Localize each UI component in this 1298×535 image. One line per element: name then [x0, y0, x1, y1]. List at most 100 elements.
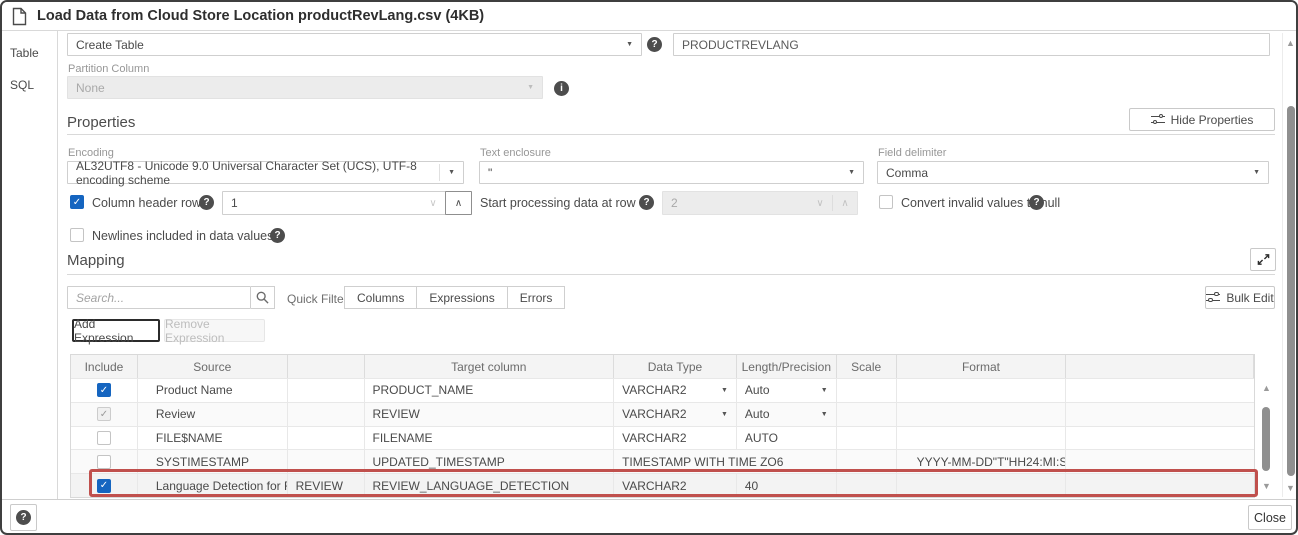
header-target-column: Target column — [365, 355, 615, 378]
newlines-checkbox[interactable] — [70, 228, 84, 242]
target-column-cell: REVIEW — [365, 403, 615, 426]
include-checkbox: ✓ — [97, 407, 111, 421]
load-data-dialog: Load Data from Cloud Store Location prod… — [0, 0, 1298, 535]
target-column-cell: REVIEW_LANGUAGE_DETECTION — [365, 474, 615, 497]
load-option-select[interactable]: Create Table ▼ — [67, 33, 642, 56]
table-row[interactable]: ✓ Review REVIEW VARCHAR2▼ Auto▼ — [71, 402, 1254, 426]
filter-columns-button[interactable]: Columns — [344, 286, 417, 309]
dialog-scrollbar[interactable]: ▲ ▼ — [1282, 33, 1298, 497]
start-row-value: 2 — [663, 196, 808, 210]
scale-cell — [837, 450, 897, 473]
properties-heading: Properties — [67, 114, 135, 131]
filler-cell — [1066, 450, 1254, 473]
chevron-up-icon[interactable]: ∧ — [445, 191, 472, 215]
add-expression-button[interactable]: Add Expression — [72, 319, 160, 342]
chevron-down-icon: ∨ — [421, 198, 445, 209]
search-input[interactable]: Search... — [67, 286, 251, 309]
expression-source-cell — [288, 450, 365, 473]
chevron-down-icon: ∨ — [808, 198, 832, 209]
filler-cell — [1066, 403, 1254, 426]
filter-sliders-icon — [1206, 292, 1220, 304]
scroll-down-icon[interactable]: ▼ — [1258, 481, 1275, 491]
field-delimiter-select[interactable]: Comma ▼ — [877, 161, 1269, 184]
chevron-down-icon: ▼ — [1253, 169, 1260, 176]
start-row-spinner: 2 ∨ ∧ — [662, 191, 858, 215]
header-expression-source — [288, 355, 365, 378]
data-type-cell: VARCHAR2 — [614, 427, 737, 450]
sidebar-item-sql[interactable]: SQL — [10, 78, 34, 92]
expression-source-cell: REVIEW — [288, 474, 365, 497]
scrollbar-thumb[interactable] — [1262, 407, 1270, 471]
search-button[interactable] — [251, 286, 275, 309]
bulk-edit-button[interactable]: Bulk Edit — [1205, 286, 1275, 309]
expression-source-cell — [288, 379, 365, 402]
format-cell — [897, 427, 1067, 450]
length-select[interactable]: Auto▼ — [737, 379, 837, 402]
help-button[interactable]: ? — [10, 504, 37, 531]
include-checkbox[interactable]: ✓ — [97, 383, 111, 397]
scroll-down-icon[interactable]: ▼ — [1283, 483, 1298, 493]
data-type-select[interactable]: VARCHAR2 ▼ — [614, 403, 737, 426]
encoding-select[interactable]: AL32UTF8 - Unicode 9.0 Universal Charact… — [67, 161, 464, 184]
table-row-expression[interactable]: ✓ Language Detection for REVIEW ✎ REVIEW… — [71, 473, 1254, 497]
data-type-select[interactable]: VARCHAR2▼ — [614, 379, 737, 402]
length-cell: 40 — [737, 474, 837, 497]
chevron-up-icon: ∧ — [833, 198, 857, 209]
data-type-cell: VARCHAR2 — [614, 474, 737, 497]
question-icon[interactable]: ? — [270, 228, 285, 243]
length-value: Auto — [745, 383, 770, 397]
question-icon[interactable]: ? — [639, 195, 654, 210]
sidebar: Table SQL — [2, 31, 58, 499]
text-enclosure-value: " — [488, 166, 492, 180]
expression-source-cell — [288, 427, 365, 450]
table-scrollbar[interactable]: ▲ ▼ — [1258, 379, 1275, 495]
properties-divider — [67, 134, 1275, 135]
partition-column-select: None ▼ — [67, 76, 543, 99]
filler-cell — [1066, 427, 1254, 450]
hide-properties-button[interactable]: Hide Properties — [1129, 108, 1275, 131]
header-length-precision: Length/Precision — [737, 355, 837, 378]
table-name-input[interactable]: PRODUCTREVLANG — [673, 33, 1270, 56]
info-icon[interactable]: i — [554, 81, 569, 96]
convert-invalid-checkbox[interactable] — [879, 195, 893, 209]
include-checkbox[interactable] — [97, 455, 111, 469]
scroll-up-icon[interactable]: ▲ — [1283, 38, 1298, 48]
search-icon — [256, 291, 269, 304]
column-header-row-label: Column header row — [92, 196, 201, 210]
include-checkbox[interactable]: ✓ — [97, 479, 111, 493]
table-row[interactable]: ✓ Product Name PRODUCT_NAME VARCHAR2▼ Au… — [71, 378, 1254, 402]
header-source: Source — [138, 355, 288, 378]
filter-errors-button[interactable]: Errors — [508, 286, 566, 309]
table-row[interactable]: SYSTIMESTAMP UPDATED_TIMESTAMP TIMESTAMP… — [71, 449, 1254, 473]
column-header-row-spinner[interactable]: 1 ∨ ∧ — [222, 191, 472, 215]
length-select[interactable]: Auto▼ — [737, 403, 837, 426]
scrollbar-thumb[interactable] — [1287, 106, 1295, 476]
length-cell: AUTO — [737, 427, 837, 450]
scroll-up-icon[interactable]: ▲ — [1258, 383, 1275, 393]
mapping-table: Include Source Target column Data Type L… — [70, 354, 1255, 498]
chevron-down-icon: ▼ — [721, 387, 736, 394]
question-icon[interactable]: ? — [647, 37, 662, 52]
scale-cell — [837, 427, 897, 450]
expand-mapping-button[interactable] — [1250, 248, 1276, 271]
chevron-down-icon: ▼ — [848, 169, 855, 176]
filter-expressions-button[interactable]: Expressions — [417, 286, 507, 309]
quick-filter-label: Quick Filter: — [287, 292, 351, 306]
text-enclosure-select[interactable]: " ▼ — [479, 161, 864, 184]
include-checkbox[interactable] — [97, 431, 111, 445]
sidebar-item-table[interactable]: Table — [10, 46, 39, 60]
header-filler — [1066, 355, 1254, 378]
table-row[interactable]: FILE$NAME FILENAME VARCHAR2 AUTO — [71, 426, 1254, 450]
question-icon[interactable]: ? — [199, 195, 214, 210]
column-header-row-checkbox[interactable]: ✓ — [70, 195, 84, 209]
data-type-value: VARCHAR2 — [622, 407, 686, 421]
target-column-cell: PRODUCT_NAME — [365, 379, 615, 402]
load-option-value: Create Table — [76, 38, 144, 52]
question-icon[interactable]: ? — [1029, 195, 1044, 210]
source-cell: FILE$NAME — [138, 427, 288, 450]
chevron-down-icon: ▼ — [721, 411, 736, 418]
chevron-down-icon: ▼ — [821, 411, 836, 418]
quick-filter-group: Columns Expressions Errors — [344, 286, 565, 309]
header-include: Include — [71, 355, 138, 378]
close-button[interactable]: Close — [1248, 505, 1292, 530]
